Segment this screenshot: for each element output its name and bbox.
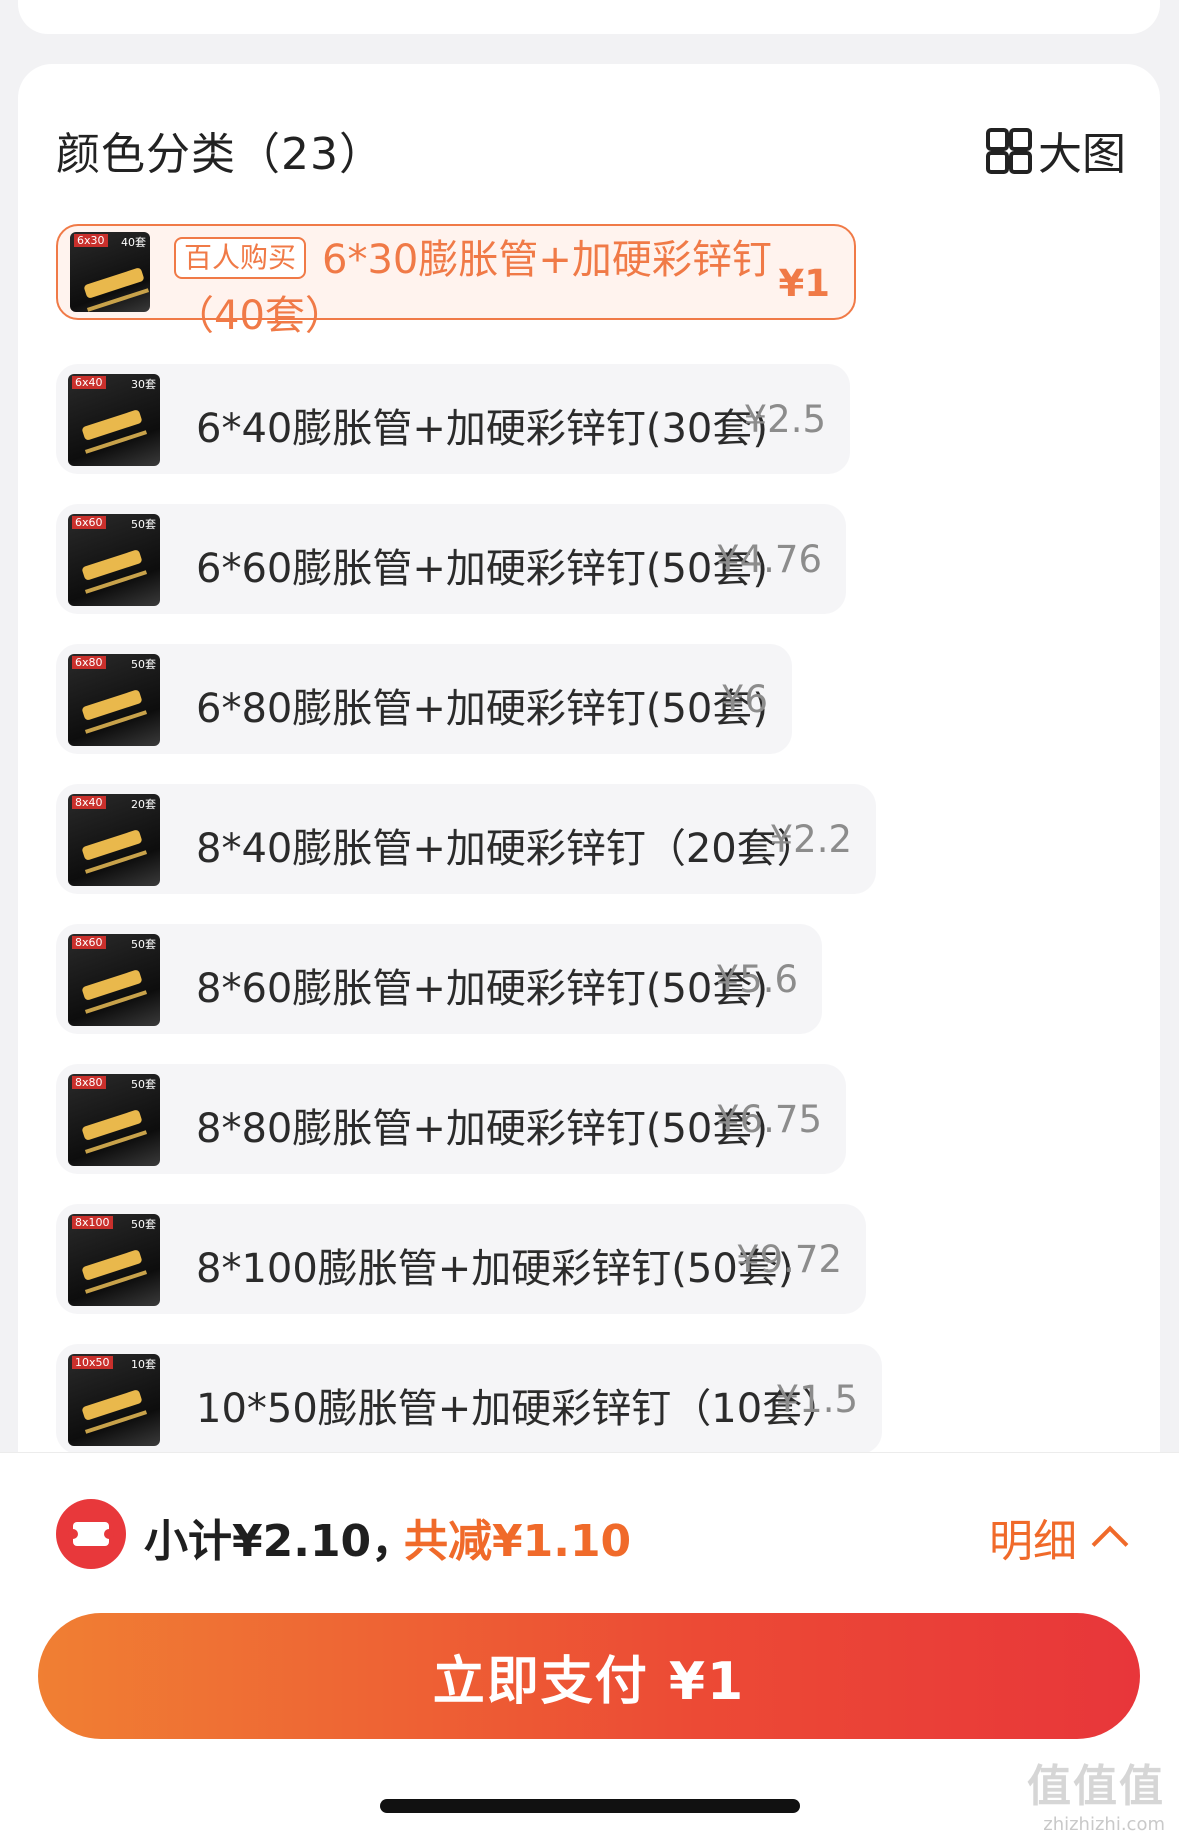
thumb-size-tag: 6x30 bbox=[74, 234, 108, 247]
thumb-qty-tag: 50套 bbox=[131, 1218, 156, 1231]
product-thumbnail: 8x100 50套 bbox=[68, 1214, 160, 1306]
sku-option-price: ¥4.76 bbox=[716, 538, 822, 581]
thumb-size-tag: 8x40 bbox=[72, 796, 106, 809]
sku-option-label: 8*60膨胀管+加硬彩锌钉(50套) bbox=[196, 966, 768, 1012]
thumb-size-tag: 8x80 bbox=[72, 1076, 106, 1089]
coupon-icon bbox=[56, 1499, 126, 1569]
thumb-qty-tag: 10套 bbox=[131, 1358, 156, 1371]
big-view-label: 大图 bbox=[1038, 129, 1126, 180]
thumb-qty-tag: 50套 bbox=[131, 658, 156, 671]
sku-option-price: ¥6 bbox=[720, 678, 768, 721]
thumb-qty-tag: 20套 bbox=[131, 798, 156, 811]
subtotal-text: 小计¥2.10， bbox=[144, 1516, 416, 1567]
sku-option[interactable]: 8x100 50套 8*100膨胀管+加硬彩锌钉(50套) ¥9.72 bbox=[56, 1204, 866, 1314]
thumb-size-tag: 8x60 bbox=[72, 936, 106, 949]
sku-option-price: ¥6.75 bbox=[716, 1098, 822, 1141]
thumb-qty-tag: 30套 bbox=[131, 378, 156, 391]
thumb-size-tag: 10x50 bbox=[72, 1356, 113, 1369]
product-thumbnail: 6x30 40套 bbox=[70, 232, 150, 312]
thumb-size-tag: 6x40 bbox=[72, 376, 106, 389]
sku-option-label: 8*40膨胀管+加硬彩锌钉（20套） bbox=[196, 826, 817, 872]
product-thumbnail: 10x50 10套 bbox=[68, 1354, 160, 1446]
thumb-qty-tag: 50套 bbox=[131, 938, 156, 951]
checkout-bar: 小计¥2.10， 共减¥1.10 明细 立即支付 ¥1 值值值 zhizhizh… bbox=[0, 1452, 1179, 1839]
popular-badge: 百人购买 bbox=[174, 237, 307, 279]
sku-option-label: 6*80膨胀管+加硬彩锌钉(50套) bbox=[196, 686, 768, 732]
sku-option[interactable]: 8x40 20套 8*40膨胀管+加硬彩锌钉（20套） ¥2.2 bbox=[56, 784, 876, 894]
sku-option-label: 6*60膨胀管+加硬彩锌钉(50套) bbox=[196, 546, 768, 592]
product-thumbnail: 6x80 50套 bbox=[68, 654, 160, 746]
detail-label: 明细 bbox=[989, 1516, 1077, 1567]
detail-toggle[interactable]: 明细 bbox=[989, 1505, 1129, 1569]
section-header: 颜色分类（23） 大图 bbox=[56, 112, 1126, 182]
sku-option-price: ¥5.6 bbox=[715, 958, 798, 1001]
sku-option[interactable]: 8x80 50套 8*80膨胀管+加硬彩锌钉(50套) ¥6.75 bbox=[56, 1064, 846, 1174]
sku-option[interactable]: 6x60 50套 6*60膨胀管+加硬彩锌钉(50套) ¥4.76 bbox=[56, 504, 846, 614]
sku-option-price: ¥9.72 bbox=[736, 1238, 842, 1281]
product-thumbnail: 8x40 20套 bbox=[68, 794, 160, 886]
sku-option-label: 百人购买 6*30膨胀管+加硬彩锌钉（40套） bbox=[174, 237, 772, 339]
chevron-up-icon bbox=[1091, 1525, 1129, 1563]
thumb-size-tag: 6x80 bbox=[72, 656, 106, 669]
pay-now-button[interactable]: 立即支付 ¥1 bbox=[38, 1613, 1140, 1739]
section-title: 颜色分类（23） bbox=[56, 129, 384, 180]
sku-option-price: ¥1 bbox=[778, 262, 831, 305]
big-view-toggle[interactable]: 大图 bbox=[986, 118, 1126, 182]
sku-option[interactable]: 10x50 10套 10*50膨胀管+加硬彩锌钉（10套） ¥1.5 bbox=[56, 1344, 882, 1454]
product-thumbnail: 6x40 30套 bbox=[68, 374, 160, 466]
thumb-size-tag: 8x100 bbox=[72, 1216, 113, 1229]
sku-option-price: ¥2.2 bbox=[769, 818, 852, 861]
sku-option[interactable]: 8x60 50套 8*60膨胀管+加硬彩锌钉(50套) ¥5.6 bbox=[56, 924, 822, 1034]
thumb-qty-tag: 50套 bbox=[131, 518, 156, 531]
grid-icon bbox=[986, 128, 1032, 174]
discount-text: 共减¥1.10 bbox=[404, 1516, 632, 1567]
product-thumbnail: 8x80 50套 bbox=[68, 1074, 160, 1166]
sku-option-label: 8*80膨胀管+加硬彩锌钉(50套) bbox=[196, 1106, 768, 1152]
sku-option-label: 10*50膨胀管+加硬彩锌钉（10套） bbox=[196, 1386, 843, 1432]
thumb-qty-tag: 40套 bbox=[121, 236, 146, 249]
sku-option-price: ¥2.5 bbox=[743, 398, 826, 441]
watermark-logo: 值值值 bbox=[1027, 1761, 1165, 1812]
watermark: 值值值 zhizhizhi.com bbox=[1027, 1750, 1165, 1835]
previous-card bbox=[18, 0, 1160, 34]
sku-option-label: 6*40膨胀管+加硬彩锌钉(30套) bbox=[196, 406, 768, 452]
sku-option[interactable]: 6x80 50套 6*80膨胀管+加硬彩锌钉(50套) ¥6 bbox=[56, 644, 792, 754]
sku-option-price: ¥1.5 bbox=[775, 1378, 858, 1421]
sku-option-label: 8*100膨胀管+加硬彩锌钉(50套) bbox=[196, 1246, 794, 1292]
sku-option[interactable]: 6x40 30套 6*40膨胀管+加硬彩锌钉(30套) ¥2.5 bbox=[56, 364, 850, 474]
product-thumbnail: 8x60 50套 bbox=[68, 934, 160, 1026]
watermark-url: zhizhizhi.com bbox=[1043, 1814, 1165, 1835]
thumb-size-tag: 6x60 bbox=[72, 516, 106, 529]
sku-option-selected[interactable]: 6x30 40套 百人购买 6*30膨胀管+加硬彩锌钉（40套） ¥1 bbox=[56, 224, 856, 339]
thumb-qty-tag: 50套 bbox=[131, 1078, 156, 1091]
product-thumbnail: 6x60 50套 bbox=[68, 514, 160, 606]
home-indicator bbox=[380, 1799, 800, 1813]
